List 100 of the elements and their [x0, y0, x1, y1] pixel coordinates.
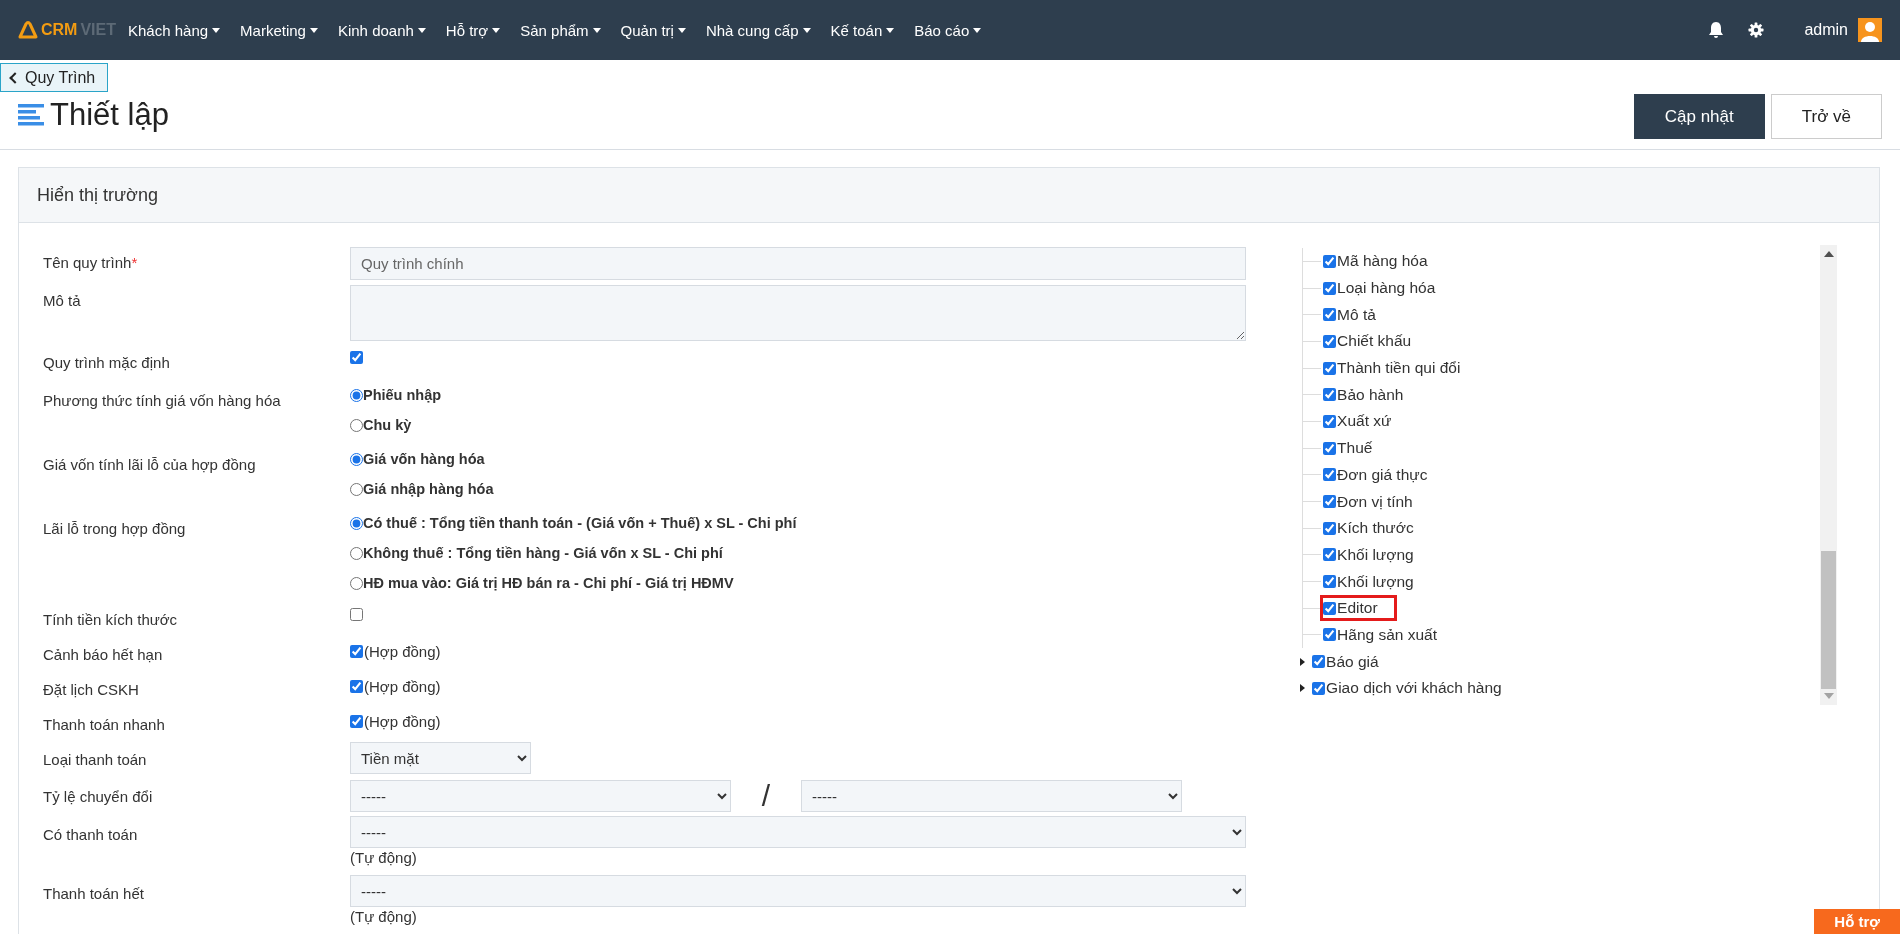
menu-item[interactable]: Kinh doanh	[337, 21, 426, 39]
radio-button[interactable]	[350, 482, 363, 496]
field-label: Thanh toán nhanh	[43, 716, 165, 733]
tree-item[interactable]: Đơn vị tính	[1320, 488, 1419, 515]
tree-checkbox[interactable]	[1312, 655, 1326, 669]
tree-item[interactable]: Hãng sản xuất	[1320, 621, 1444, 648]
field-label: Quy trình mặc định	[43, 354, 170, 371]
radio-button[interactable]	[350, 576, 363, 590]
tree-item[interactable]: Thành tiền qui đổi	[1320, 355, 1467, 382]
expand-icon[interactable]	[1298, 656, 1307, 667]
caret-icon	[417, 27, 426, 33]
tree-checkbox[interactable]	[1323, 254, 1337, 268]
panel-title: Hiển thị trường	[37, 184, 158, 206]
tree-checkbox[interactable]	[1312, 681, 1326, 695]
tree-item[interactable]: Loại hàng hóa	[1320, 275, 1442, 302]
caret-icon	[492, 27, 501, 33]
tree-item[interactable]: Khối lượng	[1320, 541, 1420, 568]
radio-button[interactable]	[350, 516, 363, 530]
checkbox[interactable]	[350, 680, 363, 693]
radio-button[interactable]	[350, 546, 363, 560]
field-label: Lãi lỗ trong hợp đồng	[43, 520, 186, 537]
radio-label: Có thuế : Tổng tiền thanh toán - (Giá vốn + Thuế) x SL - Chi phí	[363, 515, 797, 531]
scrollbar[interactable]	[1820, 245, 1837, 705]
field-label: Đặt lịch CSKH	[43, 681, 139, 698]
menu-item[interactable]: Hỗ trợ	[445, 21, 501, 39]
checkbox-note: (Hợp đồng)	[364, 643, 441, 660]
tree-item[interactable]: Mô tả	[1320, 301, 1382, 328]
tree-checkbox[interactable]	[1323, 495, 1337, 509]
tree-checkbox[interactable]	[1323, 548, 1337, 562]
field-label: Thanh toán hết	[43, 885, 144, 902]
logo-text: CRM	[41, 21, 78, 39]
tree-checkbox[interactable]	[1323, 575, 1337, 589]
scrollbar-thumb[interactable]	[1821, 551, 1836, 689]
payment-type-dropdown[interactable]: Tiền mặt	[350, 742, 531, 774]
menu-item[interactable]: Báo cáo	[914, 21, 982, 39]
tree-checkbox[interactable]	[1323, 308, 1337, 322]
back-button[interactable]: Trở về	[1770, 94, 1882, 139]
tree-checkbox[interactable]	[1323, 601, 1337, 615]
checkbox[interactable]	[350, 715, 363, 728]
caret-icon	[212, 27, 221, 33]
tree-item[interactable]: Bảo hành	[1320, 381, 1410, 408]
caret-icon	[677, 27, 686, 33]
menu-item[interactable]: Nhà cung cấp	[705, 21, 811, 39]
tree-checkbox[interactable]	[1323, 334, 1337, 348]
menu-item[interactable]: Marketing	[240, 21, 318, 39]
menu-item[interactable]: Quản trị	[620, 21, 686, 39]
field-label: Tên quy trình*	[43, 254, 138, 271]
tree-checkbox[interactable]	[1323, 388, 1337, 402]
status-dropdown[interactable]: -----	[350, 816, 1247, 848]
radio-label: Chu kỳ	[363, 417, 412, 433]
tree-checkbox[interactable]	[1323, 414, 1337, 428]
tree-item[interactable]: Xuất xứ	[1320, 408, 1398, 435]
tree-item[interactable]: Báo giá	[1309, 648, 1385, 675]
tree-checkbox[interactable]	[1323, 628, 1337, 642]
checkbox-note: (Hợp đồng)	[364, 678, 441, 695]
radio-label: Không thuế : Tổng tiền hàng - Giá vốn x SL - Chi phí	[363, 545, 723, 561]
description-field[interactable]	[350, 285, 1247, 341]
avatar-icon[interactable]	[1858, 18, 1882, 42]
checkbox-note: (Hợp đồng)	[364, 713, 441, 730]
caret-icon	[886, 27, 895, 33]
status-dropdown[interactable]: -----	[350, 875, 1247, 907]
radio-button[interactable]	[350, 452, 363, 466]
tree-checkbox[interactable]	[1323, 468, 1337, 482]
tree-item[interactable]: Giao dịch với khách hàng	[1309, 675, 1508, 702]
tree-item[interactable]: Kích thước	[1320, 515, 1420, 542]
field-label: Có thanh toán	[43, 826, 138, 843]
user-name[interactable]: admin	[1804, 21, 1848, 39]
unit-dropdown[interactable]: -----	[350, 780, 731, 812]
unit-dropdown[interactable]: -----	[801, 780, 1182, 812]
menu-item[interactable]: Sản phẩm	[520, 21, 601, 39]
tree-checkbox[interactable]	[1323, 361, 1337, 375]
tree-checkbox[interactable]	[1323, 521, 1337, 535]
tree-item[interactable]: Đơn giá thực	[1320, 461, 1434, 488]
tree-item[interactable]: Khối lượng	[1320, 568, 1420, 595]
checkbox[interactable]	[350, 608, 363, 621]
scroll-up-icon[interactable]	[1823, 251, 1834, 257]
bell-icon[interactable]	[1708, 21, 1725, 39]
back-breadcrumb-button[interactable]: Quy Trình	[0, 63, 109, 92]
page-title: Thiết lập	[50, 96, 169, 133]
radio-label: Giá vốn hàng hóa	[363, 451, 485, 467]
field-label: Tỷ lệ chuyển đổi	[43, 788, 153, 805]
tree-item[interactable]: Thuế	[1320, 435, 1379, 462]
settings-icon[interactable]	[1748, 22, 1765, 38]
radio-label: Giá nhập hàng hóa	[363, 481, 494, 497]
tree-checkbox[interactable]	[1323, 441, 1337, 455]
update-button[interactable]: Cập nhật	[1633, 94, 1765, 139]
checkbox[interactable]	[350, 645, 363, 658]
tree-item[interactable]: Editor	[1320, 595, 1397, 622]
expand-icon[interactable]	[1298, 683, 1307, 694]
tree-item[interactable]: Mã hàng hóa	[1320, 248, 1434, 275]
menu-item[interactable]: Kế toán	[830, 21, 895, 39]
field-label: Tính tiền kích thước	[43, 611, 178, 628]
logo-icon	[18, 21, 38, 39]
radio-button[interactable]	[350, 418, 363, 432]
radio-button[interactable]	[350, 388, 363, 402]
process-name-field[interactable]: Quy trình chính	[350, 247, 1247, 280]
checkbox[interactable]	[350, 351, 363, 364]
menu-item[interactable]: Khách hàng	[128, 21, 221, 39]
tree-checkbox[interactable]	[1323, 281, 1337, 295]
tree-item[interactable]: Chiết khấu	[1320, 328, 1418, 355]
